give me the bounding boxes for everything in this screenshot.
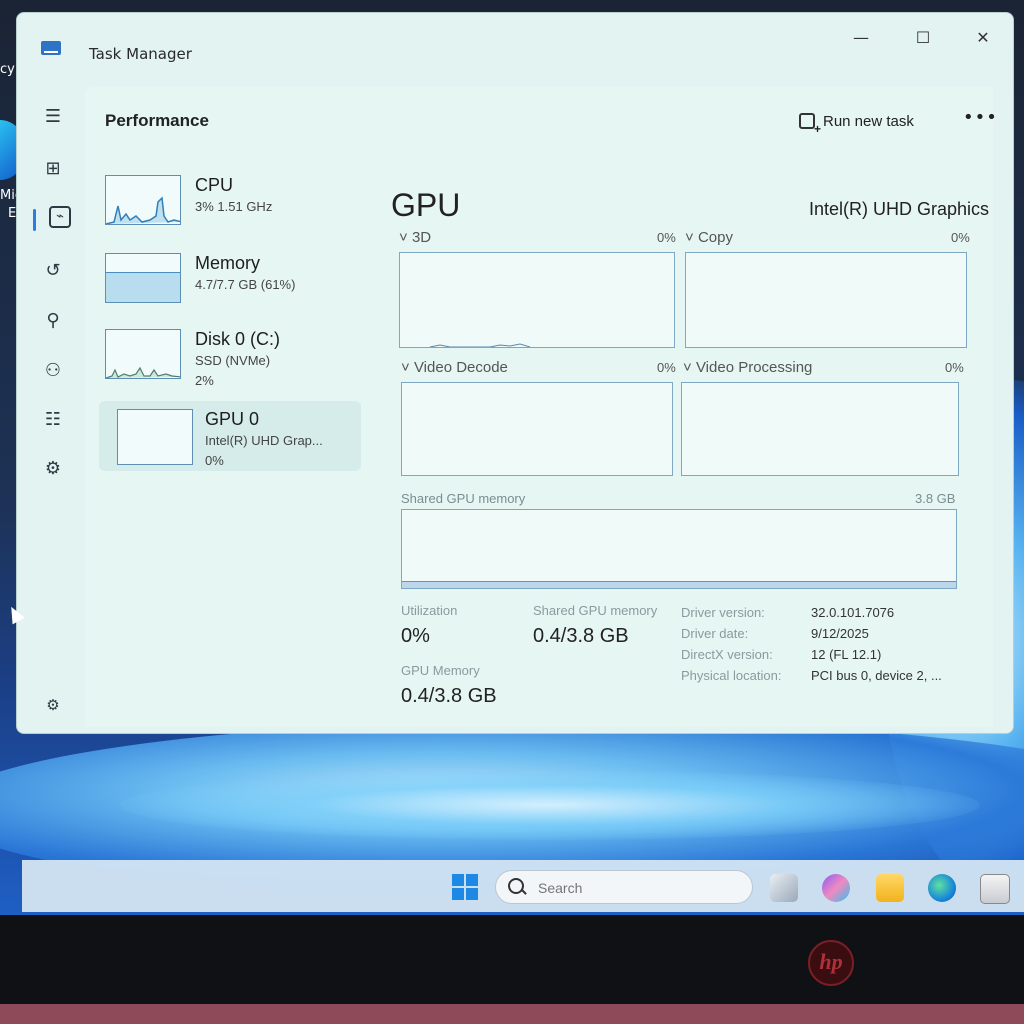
shared-gpu-memory-max: 3.8 GB	[915, 491, 956, 506]
maximize-button[interactable]: ☐	[903, 23, 943, 53]
run-task-icon	[799, 113, 821, 136]
device-model: Intel(R) UHD Grap...	[205, 433, 323, 448]
task-manager-icon	[41, 41, 61, 55]
gpu-memory-label: GPU Memory	[401, 663, 480, 678]
performance-icon[interactable]: ⌁	[49, 206, 71, 228]
app-history-icon[interactable]: ↺	[39, 257, 67, 285]
title-bar[interactable]: Task Manager — ☐ ✕	[17, 13, 1013, 83]
engine-label: Video Processing	[695, 359, 813, 376]
engine-video-decode-graph	[401, 382, 673, 476]
edge-browser-icon[interactable]	[928, 874, 956, 902]
device-type: SSD (NVMe)	[195, 353, 271, 368]
device-name: GPU 0	[205, 409, 260, 429]
window-title: Task Manager	[89, 45, 192, 63]
driver-version-label: Driver version:	[681, 605, 765, 620]
shared-gpu-memory-graph	[401, 509, 957, 589]
driver-date-value: 9/12/2025	[811, 626, 869, 641]
device-item-gpu[interactable]: GPU 0 Intel(R) UHD Grap... 0%	[99, 401, 365, 479]
engine-copy-graph	[685, 252, 967, 348]
driver-date-label: Driver date:	[681, 626, 749, 641]
engine-video-decode-selector[interactable]: ˅ Video Decode	[401, 359, 508, 376]
engine-video-processing-selector[interactable]: ˅ Video Processing	[683, 359, 812, 376]
engine-label: 3D	[411, 229, 432, 246]
engine-copy-selector[interactable]: ˅ Copy	[685, 229, 733, 246]
memory-usage-fill	[106, 271, 180, 302]
processes-icon[interactable]: ⊞	[39, 155, 67, 183]
device-name: Memory	[195, 253, 261, 273]
physical-location-label: Physical location:	[681, 668, 782, 683]
shared-memory-label: Shared GPU memory	[533, 603, 658, 618]
gpu-heading: GPU	[391, 187, 461, 223]
search-icon	[508, 878, 524, 894]
device-usage: 0%	[205, 453, 224, 468]
driver-version-value: 32.0.101.7076	[811, 605, 895, 620]
services-icon[interactable]: ⚙	[39, 455, 67, 483]
performance-panel: Performance Run new task ••• CPU 3% 1.51…	[85, 87, 997, 727]
taskbar-search[interactable]	[495, 870, 753, 904]
active-indicator	[33, 209, 36, 231]
engine-copy-percent: 0%	[951, 230, 970, 245]
page-title: Performance	[105, 111, 209, 130]
engine-video-processing-graph	[681, 382, 959, 476]
engine-3d-graph	[399, 252, 675, 348]
device-item-memory[interactable]: Memory 4.7/7.7 GB (61%)	[105, 253, 365, 323]
disk-thumbnail-graph	[105, 329, 181, 379]
task-manager-window: Task Manager — ☐ ✕ ☰ ⊞ ⌁ ↺ ⚲ ⚇ ☷ ⚙ ⚙ Per…	[16, 12, 1014, 734]
close-button[interactable]: ✕	[963, 23, 1003, 53]
directx-version-value: 12 (FL 12.1)	[811, 647, 882, 662]
settings-icon[interactable]: ⚙	[39, 691, 67, 719]
gpu-memory-value: 0.4/3.8 GB	[401, 685, 497, 707]
more-options-button[interactable]: •••	[963, 107, 998, 128]
device-usage: 4.7/7.7 GB (61%)	[195, 277, 296, 292]
device-usage: 3% 1.51 GHz	[195, 199, 273, 214]
physical-location-value: PCI bus 0, device 2, ...	[811, 668, 942, 683]
desktop-edge-label-top: cy	[0, 62, 15, 77]
run-new-task-button[interactable]: Run new task	[799, 107, 914, 136]
memory-thumbnail-graph	[105, 253, 181, 303]
device-item-disk[interactable]: Disk 0 (C:) SSD (NVMe) 2%	[105, 329, 365, 399]
copilot-icon[interactable]	[822, 874, 850, 902]
device-name: CPU	[195, 175, 234, 195]
cpu-thumbnail-graph	[105, 175, 181, 225]
engine-video-processing-percent: 0%	[945, 360, 964, 375]
gpu-model-name: Intel(R) UHD Graphics	[808, 199, 989, 219]
utilization-value: 0%	[401, 625, 430, 647]
startup-apps-icon[interactable]: ⚲	[39, 307, 67, 335]
shared-gpu-memory-label: Shared GPU memory	[401, 491, 526, 506]
engine-video-decode-percent: 0%	[657, 360, 676, 375]
users-icon[interactable]: ⚇	[39, 357, 67, 385]
details-icon[interactable]: ☷	[39, 406, 67, 434]
engine-label: Copy	[697, 229, 733, 246]
engine-label: Video Decode	[413, 359, 508, 376]
start-button[interactable]	[452, 874, 478, 900]
shared-gpu-memory-fill	[402, 581, 956, 588]
laptop-body	[0, 1004, 1024, 1024]
directx-version-label: DirectX version:	[681, 647, 773, 662]
microsoft-store-icon[interactable]	[980, 874, 1010, 904]
engine-3d-selector[interactable]: ˅ 3D	[399, 229, 431, 246]
run-new-task-label: Run new task	[823, 112, 914, 130]
desktop: cy Micr Ec Task Manager — ☐ ✕ ☰ ⊞ ⌁ ↺ ⚲ …	[0, 0, 1024, 915]
device-usage: 2%	[195, 373, 214, 388]
search-input[interactable]	[536, 877, 740, 899]
device-item-cpu[interactable]: CPU 3% 1.51 GHz	[105, 175, 365, 245]
task-view-icon[interactable]	[770, 874, 798, 902]
hp-logo: hp	[808, 940, 854, 986]
file-explorer-icon[interactable]	[876, 874, 904, 902]
utilization-label: Utilization	[401, 603, 458, 618]
gpu-thumbnail-graph	[117, 409, 193, 465]
hamburger-icon[interactable]: ☰	[39, 103, 67, 131]
wallpaper-highlight	[120, 770, 980, 840]
device-name: Disk 0 (C:)	[195, 329, 280, 349]
minimize-button[interactable]: —	[841, 23, 881, 53]
engine-3d-percent: 0%	[657, 230, 676, 245]
shared-memory-value: 0.4/3.8 GB	[533, 625, 629, 647]
